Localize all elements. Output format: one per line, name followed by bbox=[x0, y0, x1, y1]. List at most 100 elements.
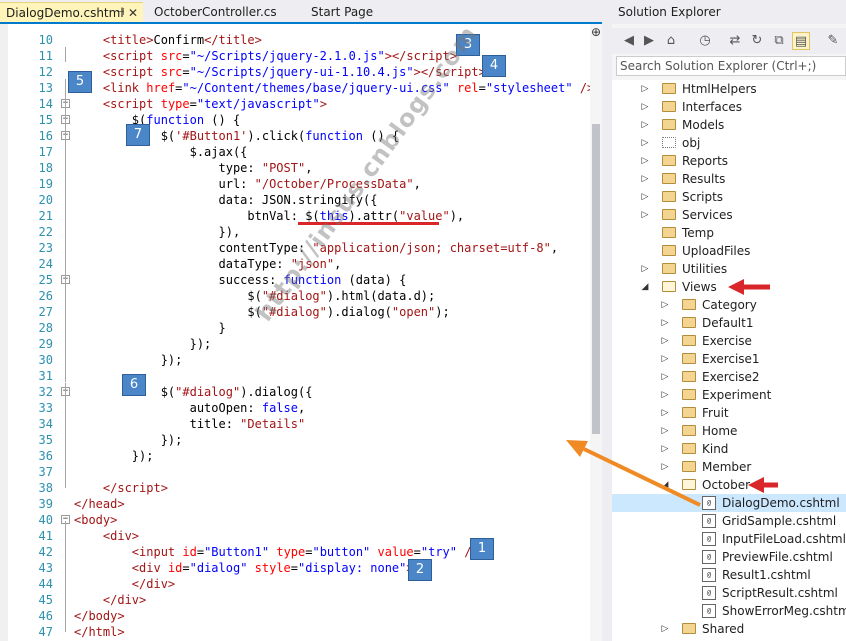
tree-folder-item[interactable]: ▷ obj bbox=[612, 134, 846, 152]
tree-folder-item[interactable]: ▷ Services bbox=[612, 206, 846, 224]
history-icon[interactable]: ◷ bbox=[696, 32, 714, 50]
tree-file-item[interactable]: @ ShowErrorMeg.cshtml bbox=[612, 602, 846, 620]
code-line[interactable]: 30 }); bbox=[0, 352, 590, 368]
tree-folder-item[interactable]: ▷ Exercise1 bbox=[612, 350, 846, 368]
expanded-arrow-icon[interactable]: ◢ bbox=[660, 476, 670, 494]
collapsed-arrow-icon[interactable]: ▷ bbox=[660, 404, 670, 422]
tree-file-item[interactable]: @ DialogDemo.cshtml bbox=[612, 494, 846, 512]
code-line[interactable]: 15− $(function () { bbox=[0, 112, 590, 128]
code-line[interactable]: 41 <div> bbox=[0, 528, 590, 544]
home-icon[interactable]: ⌂ bbox=[662, 32, 680, 50]
code-line[interactable]: 32− $("#dialog").dialog({ bbox=[0, 384, 590, 400]
tree-folder-item[interactable]: ▷ Exercise bbox=[612, 332, 846, 350]
code-line[interactable]: 22 }), bbox=[0, 224, 590, 240]
code-line[interactable]: 14− <script type="text/javascript"> bbox=[0, 96, 590, 112]
collapse-icon[interactable]: ⧉ bbox=[770, 32, 788, 50]
properties-icon[interactable]: ✎ bbox=[824, 32, 842, 50]
collapsed-arrow-icon[interactable]: ▷ bbox=[640, 98, 650, 116]
collapsed-arrow-icon[interactable]: ▷ bbox=[640, 188, 650, 206]
tree-folder-item[interactable]: Temp bbox=[612, 224, 846, 242]
back-icon[interactable]: ◀ bbox=[620, 32, 638, 50]
close-icon[interactable]: ✕ bbox=[128, 3, 138, 23]
tab-dialogdemo[interactable]: DialogDemo.cshtml ⊣ ✕ bbox=[0, 2, 143, 22]
collapsed-arrow-icon[interactable]: ▷ bbox=[640, 170, 650, 188]
collapsed-arrow-icon[interactable]: ▷ bbox=[640, 152, 650, 170]
code-editor[interactable]: 10 <title>Confirm</title> 11 <script src=… bbox=[0, 24, 602, 641]
tab-start-page[interactable]: Start Page bbox=[305, 2, 417, 22]
code-line[interactable]: 47 </html> bbox=[0, 624, 590, 640]
tree-folder-item[interactable]: ▷ Interfaces bbox=[612, 98, 846, 116]
collapsed-arrow-icon[interactable]: ▷ bbox=[640, 260, 650, 278]
code-line[interactable]: 34 title: "Details" bbox=[0, 416, 590, 432]
split-icon[interactable]: ⊕ bbox=[589, 25, 603, 41]
collapsed-arrow-icon[interactable]: ▷ bbox=[660, 458, 670, 476]
collapsed-arrow-icon[interactable]: ▷ bbox=[640, 206, 650, 224]
collapsed-arrow-icon[interactable]: ▷ bbox=[660, 422, 670, 440]
tree-file-item[interactable]: @ Result1.cshtml bbox=[612, 566, 846, 584]
tree-folder-item[interactable]: ▷ Category bbox=[612, 296, 846, 314]
collapsed-arrow-icon[interactable]: ▷ bbox=[660, 620, 670, 638]
code-line[interactable]: 39 </head> bbox=[0, 496, 590, 512]
tree-folder-item[interactable]: ▷ Models bbox=[612, 116, 846, 134]
code-line[interactable]: 45 </div> bbox=[0, 592, 590, 608]
code-line[interactable]: 44 </div> bbox=[0, 576, 590, 592]
tab-octobercontroller[interactable]: OctoberController.cs bbox=[148, 2, 310, 22]
tree-folder-item[interactable]: ▷ HtmlHelpers bbox=[612, 80, 846, 98]
tree-file-item[interactable]: @ InputFileLoad.cshtml bbox=[612, 530, 846, 548]
collapsed-arrow-icon[interactable]: ▷ bbox=[660, 440, 670, 458]
tree-file-item[interactable]: @ PreviewFile.cshtml bbox=[612, 548, 846, 566]
pin-icon[interactable]: ⊣ bbox=[116, 3, 125, 23]
code-line[interactable]: 40− <body> bbox=[0, 512, 590, 528]
tree-folder-item[interactable]: ▷ Member bbox=[612, 458, 846, 476]
code-line[interactable]: 36 }); bbox=[0, 448, 590, 464]
code-line[interactable]: 18 type: "POST", bbox=[0, 160, 590, 176]
code-line[interactable]: 17 $.ajax({ bbox=[0, 144, 590, 160]
collapsed-arrow-icon[interactable]: ▷ bbox=[660, 332, 670, 350]
tree-folder-item[interactable]: ▷ Home bbox=[612, 422, 846, 440]
vertical-scrollbar[interactable] bbox=[590, 24, 602, 641]
code-line[interactable]: 35 }); bbox=[0, 432, 590, 448]
tree-folder-item[interactable]: ▷ Kind bbox=[612, 440, 846, 458]
forward-icon[interactable]: ▶ bbox=[640, 32, 658, 50]
tree-folder-item[interactable]: ▷ Scripts bbox=[612, 188, 846, 206]
code-line[interactable]: 29 }); bbox=[0, 336, 590, 352]
collapsed-arrow-icon[interactable]: ▷ bbox=[640, 80, 650, 98]
sync-icon[interactable]: ⇄ bbox=[726, 32, 744, 50]
code-line[interactable]: 37 bbox=[0, 464, 590, 480]
tree-folder-item[interactable]: ▷ Experiment bbox=[612, 386, 846, 404]
expanded-arrow-icon[interactable]: ◢ bbox=[640, 278, 650, 296]
collapsed-arrow-icon[interactable]: ▷ bbox=[660, 296, 670, 314]
code-line[interactable]: 42 <input id="Button1" type="button" val… bbox=[0, 544, 590, 560]
code-line[interactable]: 43 <div id="dialog" style="display: none… bbox=[0, 560, 590, 576]
tree-file-item[interactable]: @ ScriptResult.cshtml bbox=[612, 584, 846, 602]
code-line[interactable]: 19 url: "/October/ProcessData", bbox=[0, 176, 590, 192]
tree-folder-item[interactable]: ▷ Fruit bbox=[612, 404, 846, 422]
tree-folder-item[interactable]: ◢ Views bbox=[612, 278, 846, 296]
tree-folder-item[interactable]: ◢ October bbox=[612, 476, 846, 494]
collapsed-arrow-icon[interactable]: ▷ bbox=[660, 368, 670, 386]
code-line[interactable]: 21 btnVal: $(this).attr("value"), bbox=[0, 208, 590, 224]
tree-folder-item[interactable]: ▷ Results bbox=[612, 170, 846, 188]
refresh-icon[interactable]: ↻ bbox=[748, 32, 766, 50]
tree-file-item[interactable]: @ GridSample.cshtml bbox=[612, 512, 846, 530]
collapsed-arrow-icon[interactable]: ▷ bbox=[640, 134, 650, 152]
collapsed-arrow-icon[interactable]: ▷ bbox=[640, 116, 650, 134]
collapsed-arrow-icon[interactable]: ▷ bbox=[660, 350, 670, 368]
code-line[interactable]: 31 bbox=[0, 368, 590, 384]
code-line[interactable]: 28 } bbox=[0, 320, 590, 336]
code-line[interactable]: 10 <title>Confirm</title> bbox=[0, 32, 590, 48]
scroll-thumb[interactable] bbox=[592, 124, 600, 434]
code-line[interactable]: 46 </body> bbox=[0, 608, 590, 624]
code-line[interactable]: 27 $("#dialog").dialog("open"); bbox=[0, 304, 590, 320]
tree-folder-item[interactable]: ▷ Reports bbox=[612, 152, 846, 170]
code-line[interactable]: 38 </script> bbox=[0, 480, 590, 496]
show-all-icon[interactable]: ▤ bbox=[792, 32, 810, 50]
collapsed-arrow-icon[interactable]: ▷ bbox=[660, 314, 670, 332]
code-line[interactable]: 16− $('#Button1').click(function () { bbox=[0, 128, 590, 144]
tree-folder-item[interactable]: ▷ Utilities bbox=[612, 260, 846, 278]
tree-folder-item[interactable]: UploadFiles bbox=[612, 242, 846, 260]
tree-folder-item[interactable]: ▷ Shared bbox=[612, 620, 846, 638]
tree-folder-item[interactable]: ▷ Exercise2 bbox=[612, 368, 846, 386]
tree-folder-item[interactable]: ▷ Default1 bbox=[612, 314, 846, 332]
code-line[interactable]: 20 data: JSON.stringify({ bbox=[0, 192, 590, 208]
